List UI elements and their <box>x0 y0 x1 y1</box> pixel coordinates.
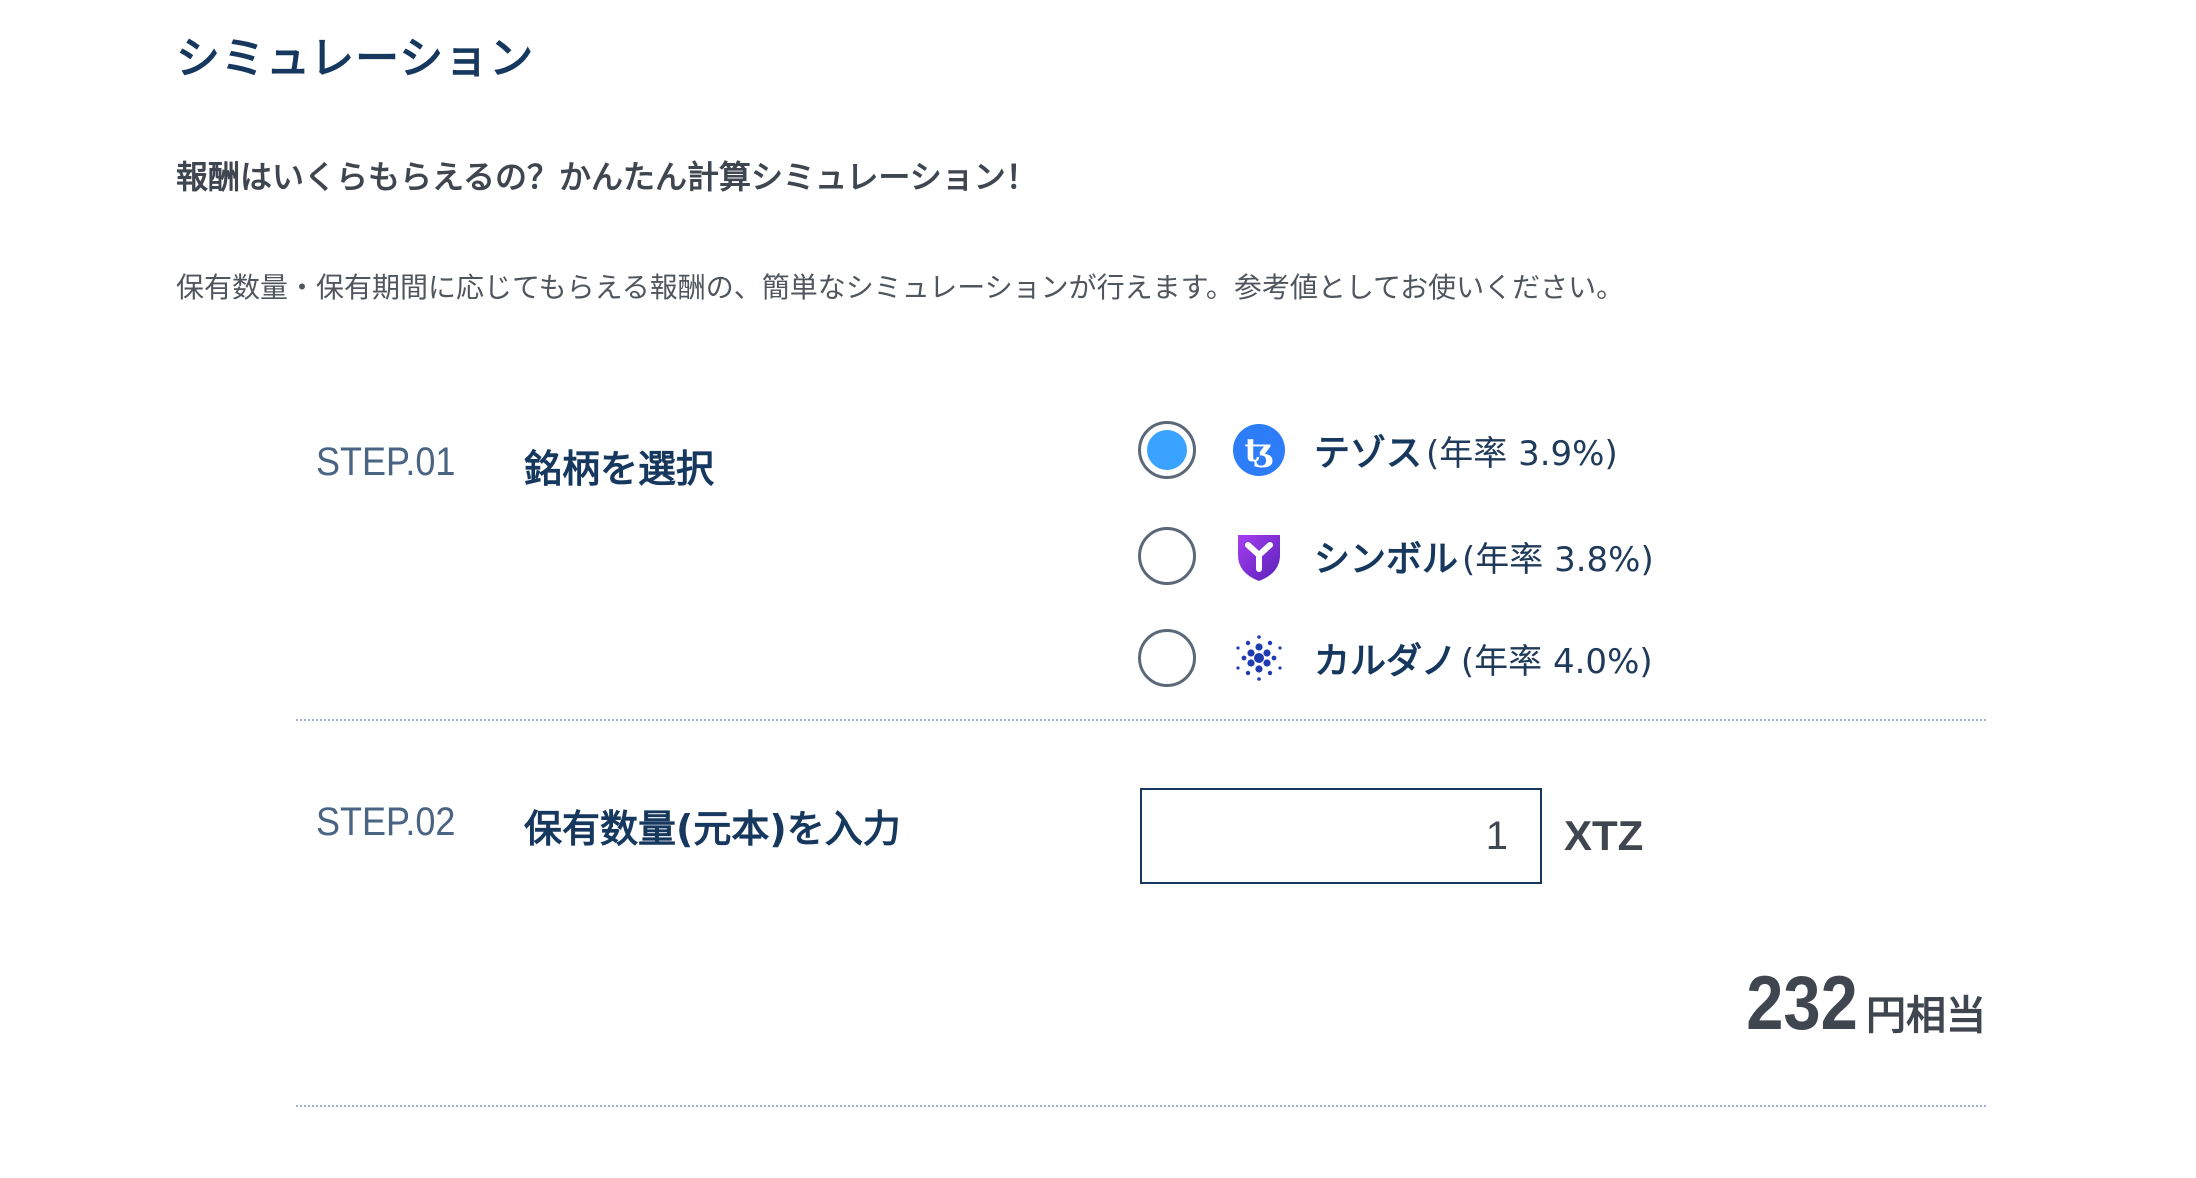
result-value: 232 <box>1746 961 1858 1046</box>
page-title: シミュレーション <box>176 33 535 84</box>
radio-cardano[interactable] <box>1138 629 1196 687</box>
coin-rate-symbol: (年率 3.8%) <box>1462 539 1654 580</box>
tezos-icon: ꜩ <box>1232 423 1286 477</box>
cardano-icon <box>1232 631 1286 685</box>
coin-option-cardano[interactable]: カルダノ (年率 4.0%) <box>1138 626 1653 690</box>
divider <box>296 719 1986 721</box>
radio-symbol[interactable] <box>1138 527 1196 585</box>
coin-option-tezos[interactable]: ꜩ テゾス (年率 3.9%) <box>1138 418 1618 482</box>
coin-rate-tezos: (年率 3.9%) <box>1426 433 1618 474</box>
symbol-icon <box>1232 529 1286 583</box>
amount-input[interactable] <box>1140 788 1542 884</box>
page-subtitle: 報酬はいくらもらえるの？かんたん計算シミュレーション！ <box>176 158 1038 196</box>
radio-tezos[interactable] <box>1138 421 1196 479</box>
result: 232 円相当 <box>1731 960 1986 1047</box>
amount-unit: XTZ <box>1564 812 1644 859</box>
step2-label: STEP.02 <box>316 800 456 844</box>
step1-title: 銘柄を選択 <box>524 447 715 491</box>
page-description: 保有数量・保有期間に応じてもらえる報酬の、簡単なシミュレーションが行えます。参考… <box>176 271 1625 304</box>
radio-selected-dot <box>1147 430 1187 470</box>
coin-name-tezos: テゾス <box>1314 433 1423 474</box>
coin-name-cardano: カルダノ <box>1314 641 1457 682</box>
step1-label: STEP.01 <box>316 440 456 484</box>
divider <box>296 1105 1986 1107</box>
result-unit: 円相当 <box>1866 993 1986 1039</box>
coin-option-symbol[interactable]: シンボル (年率 3.8%) <box>1138 524 1654 588</box>
coin-name-symbol: シンボル <box>1314 539 1459 580</box>
svg-text:ꜩ: ꜩ <box>1244 431 1273 469</box>
coin-rate-cardano: (年率 4.0%) <box>1460 641 1653 682</box>
step2-title: 保有数量(元本)を入力 <box>524 807 901 851</box>
